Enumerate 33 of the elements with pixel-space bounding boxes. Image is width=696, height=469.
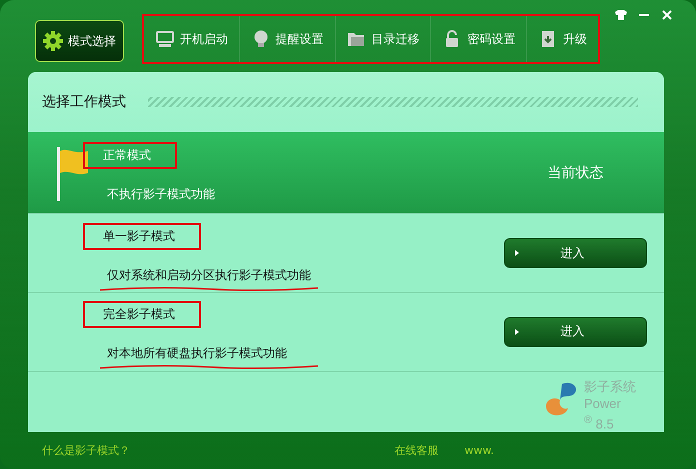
mode-description: 仅对系统和启动分区执行影子模式功能: [107, 268, 311, 282]
flag-icon: [56, 144, 90, 201]
gear-icon: [42, 30, 64, 52]
toolbar-button[interactable]: 提醒设置: [240, 16, 336, 62]
logo-name: 影子系统: [584, 380, 636, 396]
monitor-icon: [154, 29, 175, 49]
shirt-icon: [615, 10, 627, 20]
logo-subtitle: Power: [584, 396, 622, 412]
skin-button[interactable]: [614, 8, 628, 22]
mode-description: 不执行影子模式功能: [107, 187, 215, 202]
mode-select-tab[interactable]: 模式选择: [35, 20, 124, 62]
triangle-icon: [515, 250, 519, 256]
triangle-icon: [515, 328, 519, 335]
toolbar-button[interactable]: 密码设置: [431, 16, 528, 62]
toolbar-button[interactable]: 开机启动: [144, 16, 240, 62]
mode-description: 对本地所有硬盘执行影子模式功能: [107, 346, 287, 360]
help-link[interactable]: 什么是影子模式？: [42, 443, 130, 458]
mode-name: 单一影子模式: [83, 222, 201, 250]
enter-button[interactable]: 进入: [504, 238, 647, 268]
close-button[interactable]: [660, 8, 674, 22]
mode-row[interactable]: 正常模式 不执行影子模式功能 当前状态: [28, 132, 664, 214]
status-label: 当前状态: [548, 164, 604, 182]
panel-title: 选择工作模式: [42, 92, 126, 111]
version-label: $^{®}$ 8.5: [584, 412, 615, 432]
website-link[interactable]: www.: [464, 444, 494, 457]
minimize-icon: [639, 14, 649, 16]
enter-button[interactable]: 进入: [504, 316, 647, 347]
toolbar-button[interactable]: 目录迁移: [336, 16, 432, 62]
customer-service-link[interactable]: 在线客服: [394, 443, 439, 458]
mode-name: 完全影子模式: [83, 301, 201, 328]
mode-name: 正常模式: [83, 142, 177, 170]
close-icon: [662, 10, 672, 20]
toolbar-button[interactable]: 升级: [527, 16, 598, 62]
